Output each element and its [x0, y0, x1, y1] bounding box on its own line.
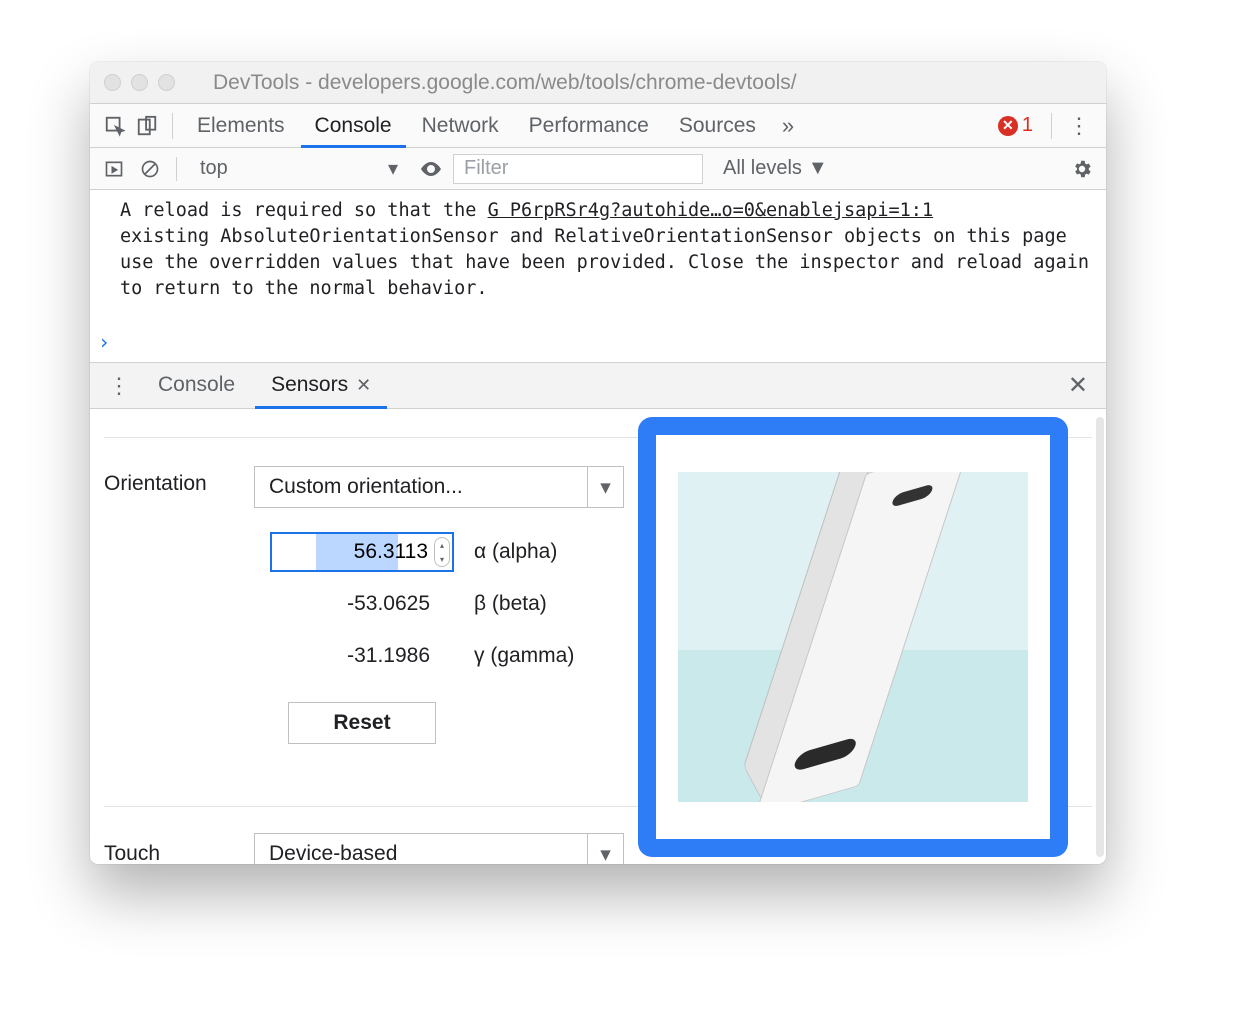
- alpha-row: ▴▾ α (alpha): [254, 526, 624, 578]
- device-3d-model[interactable]: [733, 472, 1003, 802]
- separator: [172, 113, 173, 139]
- beta-row: -53.0625 β (beta): [254, 578, 624, 630]
- tabs-overflow-icon[interactable]: »: [772, 113, 804, 139]
- drawer: ⋮ Console Sensors ✕ ✕ Orientation Custom…: [90, 362, 1106, 864]
- orientation-preset-select[interactable]: Custom orientation... ▾: [254, 466, 624, 508]
- window-titlebar: DevTools - developers.google.com/web/too…: [90, 62, 1106, 104]
- orientation-visual-highlight: [638, 417, 1068, 857]
- chevron-down-icon: ▼: [808, 157, 828, 180]
- chevron-down-icon: ▾: [587, 466, 623, 508]
- error-dot-icon: ✕: [998, 116, 1018, 136]
- select-value: Device-based: [255, 842, 587, 864]
- console-settings-gear-icon[interactable]: [1068, 155, 1096, 183]
- drawer-tab-strip: ⋮ Console Sensors ✕ ✕: [90, 363, 1106, 409]
- touch-select[interactable]: Device-based ▾: [254, 833, 624, 864]
- console-prompt-icon[interactable]: ›: [98, 328, 110, 356]
- drawer-tab-label: Sensors: [271, 362, 348, 408]
- separator: [176, 157, 177, 181]
- error-count: 1: [1022, 114, 1033, 137]
- drawer-close-icon[interactable]: ✕: [1060, 371, 1096, 400]
- select-value: Custom orientation...: [255, 475, 587, 499]
- log-levels-selector[interactable]: All levels ▼: [711, 157, 840, 180]
- error-counter[interactable]: ✕ 1: [990, 114, 1041, 137]
- touch-label: Touch: [104, 842, 254, 864]
- filter-placeholder: Filter: [464, 157, 508, 180]
- inspect-element-icon[interactable]: [100, 111, 130, 141]
- drawer-kebab-icon[interactable]: ⋮: [100, 373, 138, 399]
- scrollbar[interactable]: [1096, 417, 1104, 857]
- orientation-controls: Custom orientation... ▾ ▴▾ α (alpha): [254, 466, 624, 744]
- msg-text: A reload is required so that the: [120, 200, 488, 221]
- main-tab-strip: Elements Console Network Performance Sou…: [90, 104, 1106, 148]
- beta-label: β (beta): [474, 592, 547, 616]
- traffic-lights: [104, 74, 175, 91]
- sensors-panel: Orientation Custom orientation... ▾ ▴▾ α…: [90, 409, 1106, 864]
- msg-text: existing AbsoluteOrientationSensor and R…: [120, 226, 1100, 299]
- console-output: A reload is required so that the G P6rpR…: [90, 190, 1106, 362]
- close-icon[interactable]: ✕: [356, 362, 371, 408]
- orientation-3d-stage[interactable]: [678, 472, 1028, 802]
- tab-console[interactable]: Console: [301, 104, 406, 148]
- window-title: DevTools - developers.google.com/web/too…: [185, 71, 1092, 95]
- chevron-down-icon: ▾: [388, 156, 398, 181]
- settings-kebab-icon[interactable]: ⋮: [1062, 113, 1096, 139]
- close-window-dot[interactable]: [104, 74, 121, 91]
- source-link[interactable]: G P6rpRSr4g?autohide…o=0&enablejsapi=1:1: [488, 200, 934, 221]
- tab-elements[interactable]: Elements: [183, 104, 299, 148]
- clear-console-icon[interactable]: [136, 155, 164, 183]
- reset-button[interactable]: Reset: [288, 702, 436, 744]
- gamma-row: -31.1986 γ (gamma): [254, 630, 624, 682]
- separator: [1051, 113, 1052, 139]
- alpha-label: α (alpha): [474, 540, 557, 564]
- tab-network[interactable]: Network: [408, 104, 513, 148]
- chevron-down-icon: ▾: [587, 833, 623, 864]
- beta-value[interactable]: -53.0625: [254, 592, 454, 616]
- context-label: top: [200, 157, 228, 180]
- levels-label: All levels: [723, 157, 802, 180]
- zoom-window-dot[interactable]: [158, 74, 175, 91]
- drawer-tab-sensors[interactable]: Sensors ✕: [255, 363, 387, 409]
- tab-performance[interactable]: Performance: [515, 104, 663, 148]
- drawer-tab-console[interactable]: Console: [142, 363, 251, 409]
- device-toolbar-icon[interactable]: [132, 111, 162, 141]
- alpha-input[interactable]: [270, 532, 454, 572]
- live-expression-eye-icon[interactable]: [417, 155, 445, 183]
- orientation-angles: ▴▾ α (alpha) -53.0625 β (beta) -31.1986 …: [254, 526, 624, 682]
- orientation-label: Orientation: [104, 466, 254, 496]
- gamma-label: γ (gamma): [474, 644, 574, 668]
- minimize-window-dot[interactable]: [131, 74, 148, 91]
- console-message: A reload is required so that the G P6rpR…: [120, 198, 1100, 302]
- filter-input[interactable]: Filter: [453, 154, 703, 184]
- tab-sources[interactable]: Sources: [665, 104, 770, 148]
- console-toolbar: top ▾ Filter All levels ▼: [90, 148, 1106, 190]
- number-stepper[interactable]: ▴▾: [434, 537, 450, 567]
- gamma-value[interactable]: -31.1986: [254, 644, 454, 668]
- devtools-window: DevTools - developers.google.com/web/too…: [90, 62, 1106, 864]
- context-selector[interactable]: top ▾: [189, 154, 409, 184]
- toggle-sidebar-icon[interactable]: [100, 155, 128, 183]
